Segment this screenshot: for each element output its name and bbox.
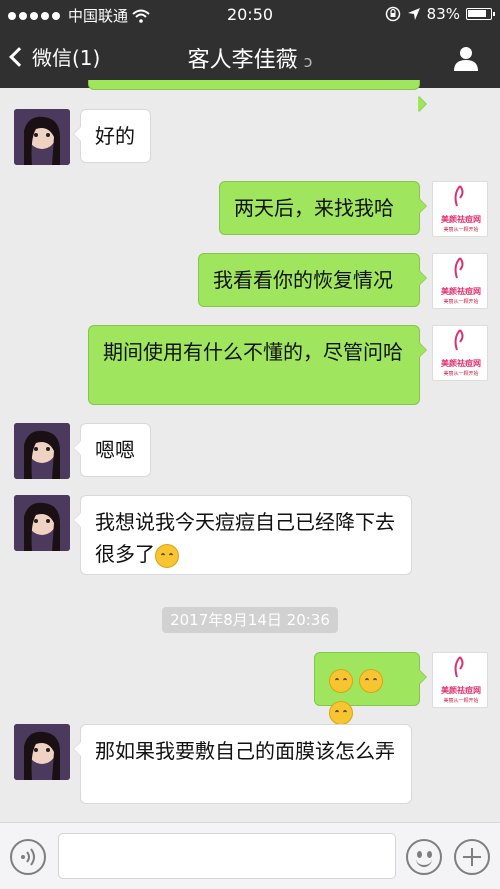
message-input[interactable] [58,833,396,879]
emoji-icon[interactable] [406,839,442,875]
message-bubble: 那如果我要敷自己的面膜该怎么弄 [73,724,412,804]
status-bar: 中国联通 20:50 83% [0,0,500,30]
person-icon[interactable] [452,44,480,72]
avatar[interactable] [14,724,70,780]
location-arrow-icon [407,8,420,20]
message-bubble: 我看看你的恢复情况 [198,253,427,307]
message-text: 我想说我今天痘痘自己已经降下去很多了 [95,510,395,566]
avatar[interactable] [14,495,70,551]
merchant-avatar[interactable]: 美颜祛痘网 美丽从一颗开始 [432,325,488,381]
grin-emoji-icon [329,668,353,693]
input-bar [0,822,500,889]
merchant-avatar[interactable]: 美颜祛痘网 美丽从一颗开始 [432,181,488,237]
logo-name: 美颜祛痘网 [441,359,481,368]
grin-emoji-icon [359,668,384,693]
top-bar: 中国联通 20:50 83% 微信(1) 客人李佳薇 ↄ [0,0,500,88]
grin-emoji-icon [329,700,353,725]
lock-rotation-icon [385,6,400,22]
logo-mark-icon [454,329,464,351]
merchant-avatar[interactable]: 美颜祛痘网 美丽从一颗开始 [432,253,488,309]
message-bubble-partial [88,80,427,112]
message-bubble [314,652,427,725]
message-bubble: 我想说我今天痘痘自己已经降下去很多了 [73,495,412,575]
timestamp: 2017年8月14日 20:36 [162,607,338,633]
logo-tagline: 美丽从一颗开始 [443,371,479,377]
laugh-cry-emoji-icon [155,543,179,568]
merchant-avatar[interactable]: 美颜祛痘网 美丽从一颗开始 [432,652,488,708]
ear-icon: ↄ [303,52,313,71]
voice-icon[interactable] [10,839,46,875]
chat-title-text: 客人李佳薇 [187,48,298,73]
logo-mark-icon [454,185,464,207]
message-bubble: 嗯嗯 [73,423,151,477]
logo-mark-icon [454,656,464,678]
message-bubble: 两天后，来找我哈 [219,181,427,235]
logo-tagline: 美丽从一颗开始 [443,698,479,704]
logo-tagline: 美丽从一颗开始 [443,227,479,233]
avatar[interactable] [14,423,70,479]
logo-name: 美颜祛痘网 [441,215,481,224]
avatar[interactable] [14,109,70,165]
battery-icon [466,8,495,20]
logo-name: 美颜祛痘网 [441,287,481,296]
logo-mark-icon [454,257,464,279]
plus-icon[interactable] [454,839,490,875]
logo-tagline: 美丽从一颗开始 [443,299,479,305]
battery-percent: 83% [426,5,460,23]
message-bubble: 期间使用有什么不懂的，尽管问哈 [88,325,427,405]
message-bubble: 好的 [73,109,151,163]
logo-name: 美颜祛痘网 [441,686,481,695]
chat-title: 客人李佳薇 ↄ [0,42,500,74]
